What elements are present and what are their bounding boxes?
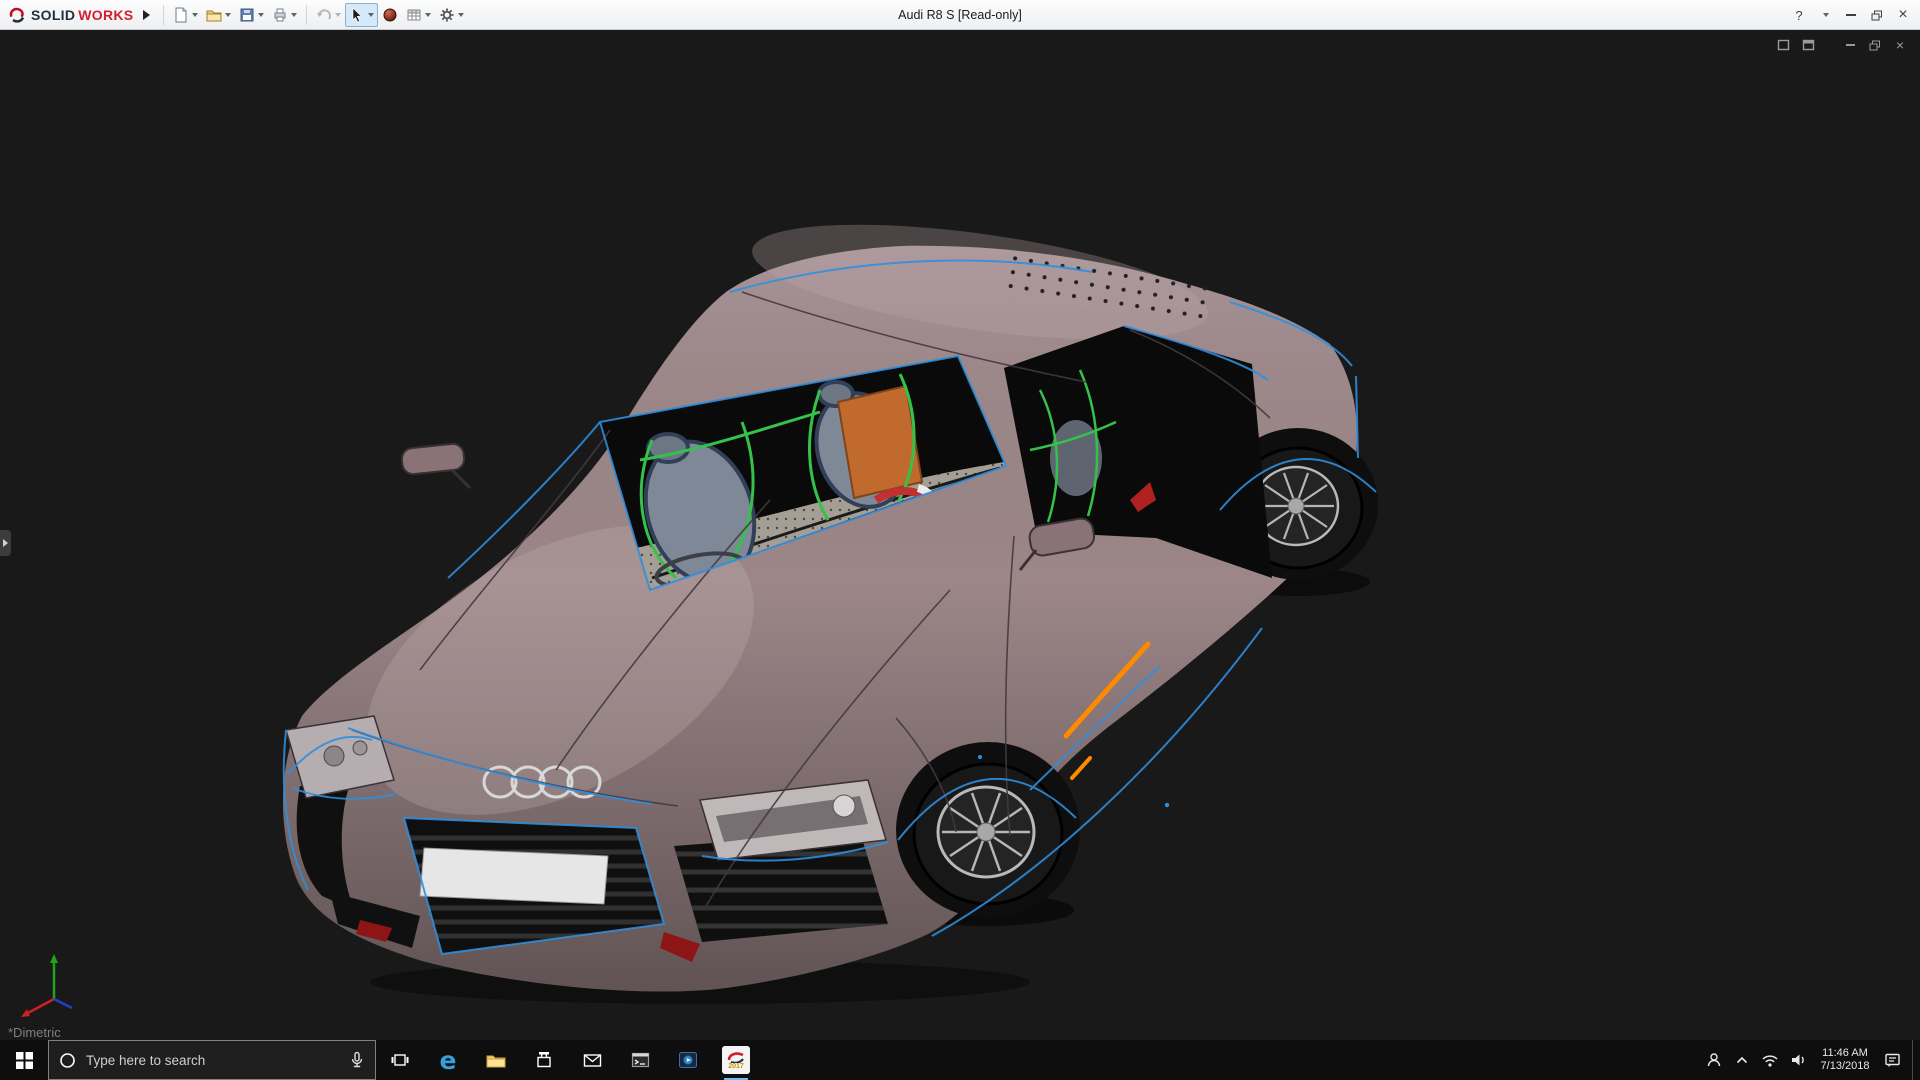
doc-restore-button[interactable] xyxy=(1867,38,1883,52)
new-document-icon xyxy=(175,7,187,22)
clock-time: 11:46 AM xyxy=(1822,1047,1868,1059)
minimize-button[interactable] xyxy=(1838,0,1864,30)
chevron-down-icon xyxy=(225,12,232,17)
select-tool-button[interactable] xyxy=(345,2,379,27)
mail-envelope-icon xyxy=(583,1053,601,1067)
z-axis-arrow xyxy=(53,997,73,1010)
open-folder-icon xyxy=(206,10,222,21)
menu-flyout-arrow[interactable] xyxy=(143,9,151,20)
edge-icon: e xyxy=(439,1045,457,1075)
brand-solid: SOLID xyxy=(31,6,76,23)
left-mirror-stalk xyxy=(450,468,472,490)
cortana-circle-icon xyxy=(60,1052,75,1068)
network-button[interactable] xyxy=(1756,1040,1784,1080)
task-view-button[interactable] xyxy=(376,1040,424,1080)
help-button[interactable]: ? xyxy=(1786,0,1812,30)
appearance-sphere-icon xyxy=(383,8,397,21)
people-icon xyxy=(1707,1053,1721,1067)
doc-close-button[interactable]: × xyxy=(1892,37,1908,53)
mail-button[interactable] xyxy=(568,1040,616,1080)
toolbar-separator xyxy=(306,4,308,25)
graphics-viewport[interactable]: × *Dimetric xyxy=(0,30,1920,1040)
media-app-button[interactable] xyxy=(664,1040,712,1080)
y-axis-arrow xyxy=(50,954,58,963)
taskbar-search-box[interactable]: Type here to search xyxy=(48,1040,376,1080)
left-mirror[interactable] xyxy=(400,442,466,476)
undo-icon xyxy=(317,8,332,20)
print-icon xyxy=(274,8,286,21)
wifi-icon xyxy=(1762,1054,1778,1067)
windows-taskbar: Type here to search e 2017 11:46 AM 7/13… xyxy=(0,1040,1920,1080)
chevron-up-icon xyxy=(1736,1056,1748,1064)
action-center-icon xyxy=(1884,1053,1900,1067)
file-explorer-button[interactable] xyxy=(472,1040,520,1080)
microphone-icon[interactable] xyxy=(349,1051,365,1069)
doc-window-icon-2[interactable] xyxy=(1800,38,1816,52)
design-table-button[interactable] xyxy=(402,3,435,27)
doc-window-icon[interactable] xyxy=(1775,38,1791,52)
windows-logo-icon xyxy=(15,1051,33,1069)
orientation-triad xyxy=(21,954,73,1017)
edge-button[interactable]: e xyxy=(424,1040,472,1080)
chevron-down-icon xyxy=(425,12,432,17)
taskbar-clock[interactable]: 11:46 AM 7/13/2018 xyxy=(1812,1047,1878,1073)
undo-button[interactable] xyxy=(312,3,345,27)
search-placeholder-text: Type here to search xyxy=(86,1052,206,1068)
new-document-button[interactable] xyxy=(169,3,202,27)
hidden-icons-button[interactable] xyxy=(1728,1040,1756,1080)
document-window-controls: × xyxy=(1775,37,1908,53)
featuremanager-collapse-tab[interactable] xyxy=(0,530,11,556)
print-button[interactable] xyxy=(268,3,301,27)
people-button[interactable] xyxy=(1700,1040,1728,1080)
app-titlebar: SOLID WORKS Audi R8 S [Read-only] ? × xyxy=(0,0,1920,30)
toolbar-separator xyxy=(163,4,165,25)
solidworks-icon: 2017 xyxy=(722,1046,750,1074)
help-chevron[interactable] xyxy=(1812,0,1838,30)
media-app-icon xyxy=(679,1052,697,1068)
open-button[interactable] xyxy=(202,3,235,27)
volume-button[interactable] xyxy=(1784,1040,1812,1080)
speaker-icon xyxy=(1791,1054,1804,1066)
task-view-icon xyxy=(391,1054,409,1066)
window-title: Audi R8 S [Read-only] xyxy=(898,7,1022,22)
license-plate[interactable] xyxy=(419,847,609,905)
solidworks-logo: SOLID WORKS xyxy=(0,5,139,25)
brand-works: WORKS xyxy=(78,6,134,23)
chevron-down-icon xyxy=(335,12,342,17)
chevron-down-icon xyxy=(368,12,375,17)
restore-button[interactable] xyxy=(1864,0,1890,30)
window-controls: ? × xyxy=(1786,0,1916,30)
car-model[interactable] xyxy=(0,30,1920,1040)
save-floppy-icon xyxy=(240,8,254,21)
select-cursor-icon xyxy=(353,6,363,22)
appearance-button[interactable] xyxy=(378,3,402,27)
doc-minimize-button[interactable] xyxy=(1842,38,1858,52)
system-tray: 11:46 AM 7/13/2018 xyxy=(1700,1040,1920,1080)
chevron-down-icon xyxy=(458,12,465,17)
chevron-down-icon xyxy=(258,12,265,17)
chevron-down-icon xyxy=(192,12,199,17)
design-table-icon xyxy=(407,9,421,20)
action-center-button[interactable] xyxy=(1878,1040,1906,1080)
file-explorer-icon xyxy=(486,1055,506,1067)
3ds-swirl-icon xyxy=(9,7,25,23)
chevron-down-icon xyxy=(291,12,298,17)
solidworks-version-badge: 2017 xyxy=(728,1062,744,1070)
console-button[interactable] xyxy=(616,1040,664,1080)
show-desktop-button[interactable] xyxy=(1912,1040,1920,1080)
store-button[interactable] xyxy=(520,1040,568,1080)
solidworks-taskbar-button[interactable]: 2017 xyxy=(712,1040,760,1080)
restore-icon xyxy=(1871,10,1882,20)
close-button[interactable]: × xyxy=(1890,0,1916,30)
save-button[interactable] xyxy=(235,3,268,27)
console-window-icon xyxy=(631,1052,649,1068)
store-bag-icon xyxy=(537,1052,551,1068)
clock-date: 7/13/2018 xyxy=(1820,1060,1870,1072)
gear-icon xyxy=(440,8,454,21)
view-orientation-label: *Dimetric xyxy=(8,1025,61,1040)
start-button[interactable] xyxy=(0,1040,48,1080)
expand-arrow-icon xyxy=(3,539,8,547)
x-axis-arrow xyxy=(21,1009,30,1017)
options-button[interactable] xyxy=(435,3,468,27)
